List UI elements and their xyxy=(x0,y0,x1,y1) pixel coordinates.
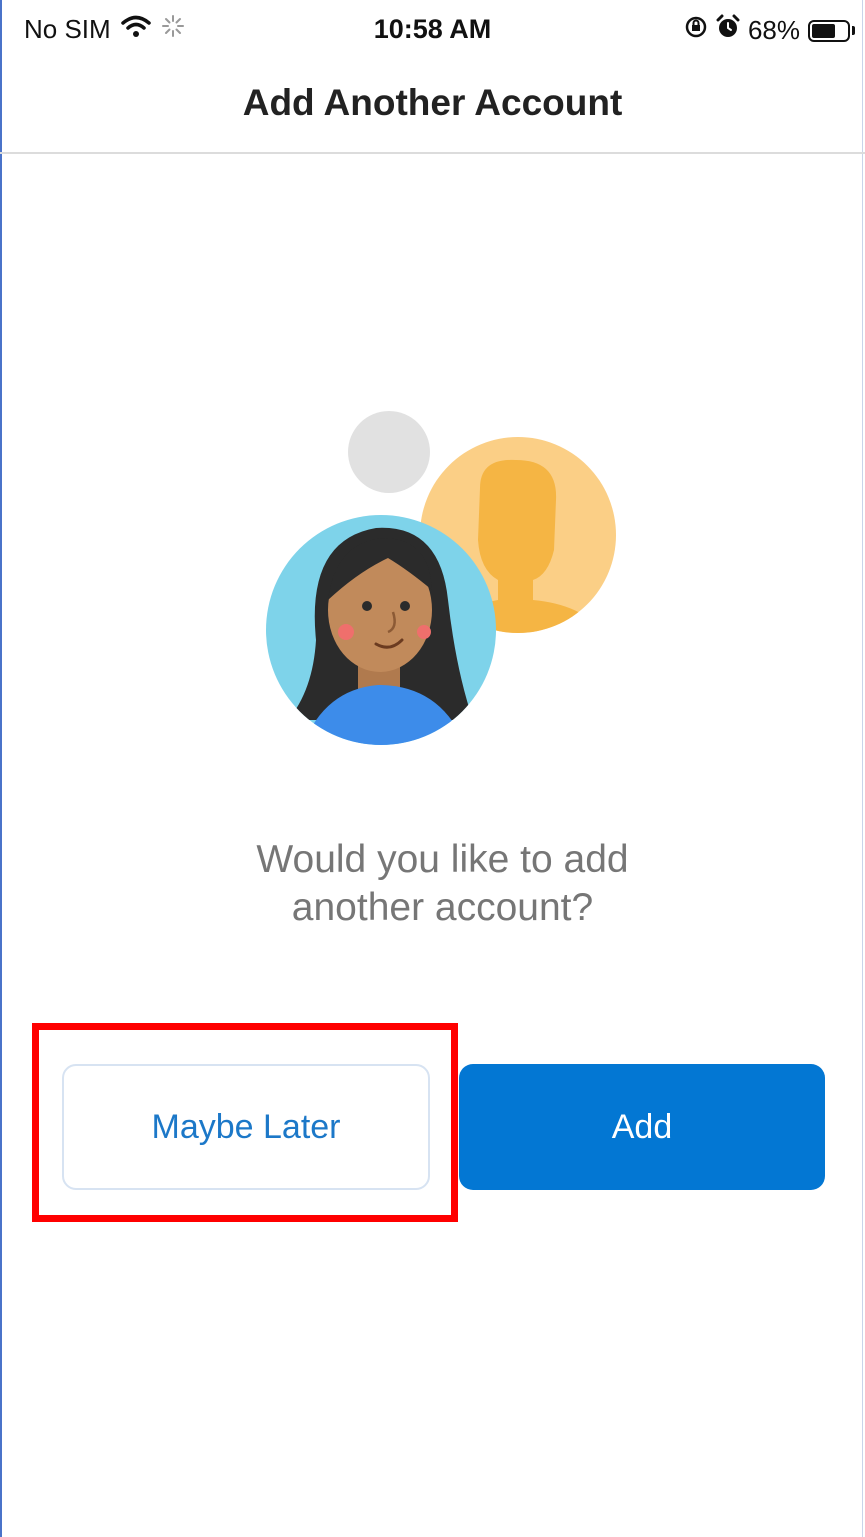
screen-frame xyxy=(0,0,863,1537)
highlight-box xyxy=(32,1023,458,1222)
battery-percent: 68% xyxy=(747,15,800,45)
alarm-icon xyxy=(716,14,740,47)
add-button[interactable]: Add xyxy=(459,1064,825,1190)
prompt-line-1: Would you like to add xyxy=(256,838,629,881)
prompt-line-2: another account? xyxy=(291,886,594,929)
orientation-lock-icon xyxy=(684,15,708,46)
battery-fill xyxy=(812,23,835,38)
status-right: 68% xyxy=(684,14,855,47)
battery-tip xyxy=(852,26,855,35)
status-bar: No SIM 10:58 AM 68% xyxy=(0,0,865,62)
page-title: Add Another Account xyxy=(242,82,623,123)
accounts-illustration xyxy=(258,400,628,760)
add-account-prompt: Would you like to add another account? xyxy=(0,836,865,932)
navigation-bar: Add Another Account xyxy=(0,62,865,154)
battery-icon xyxy=(808,19,850,42)
